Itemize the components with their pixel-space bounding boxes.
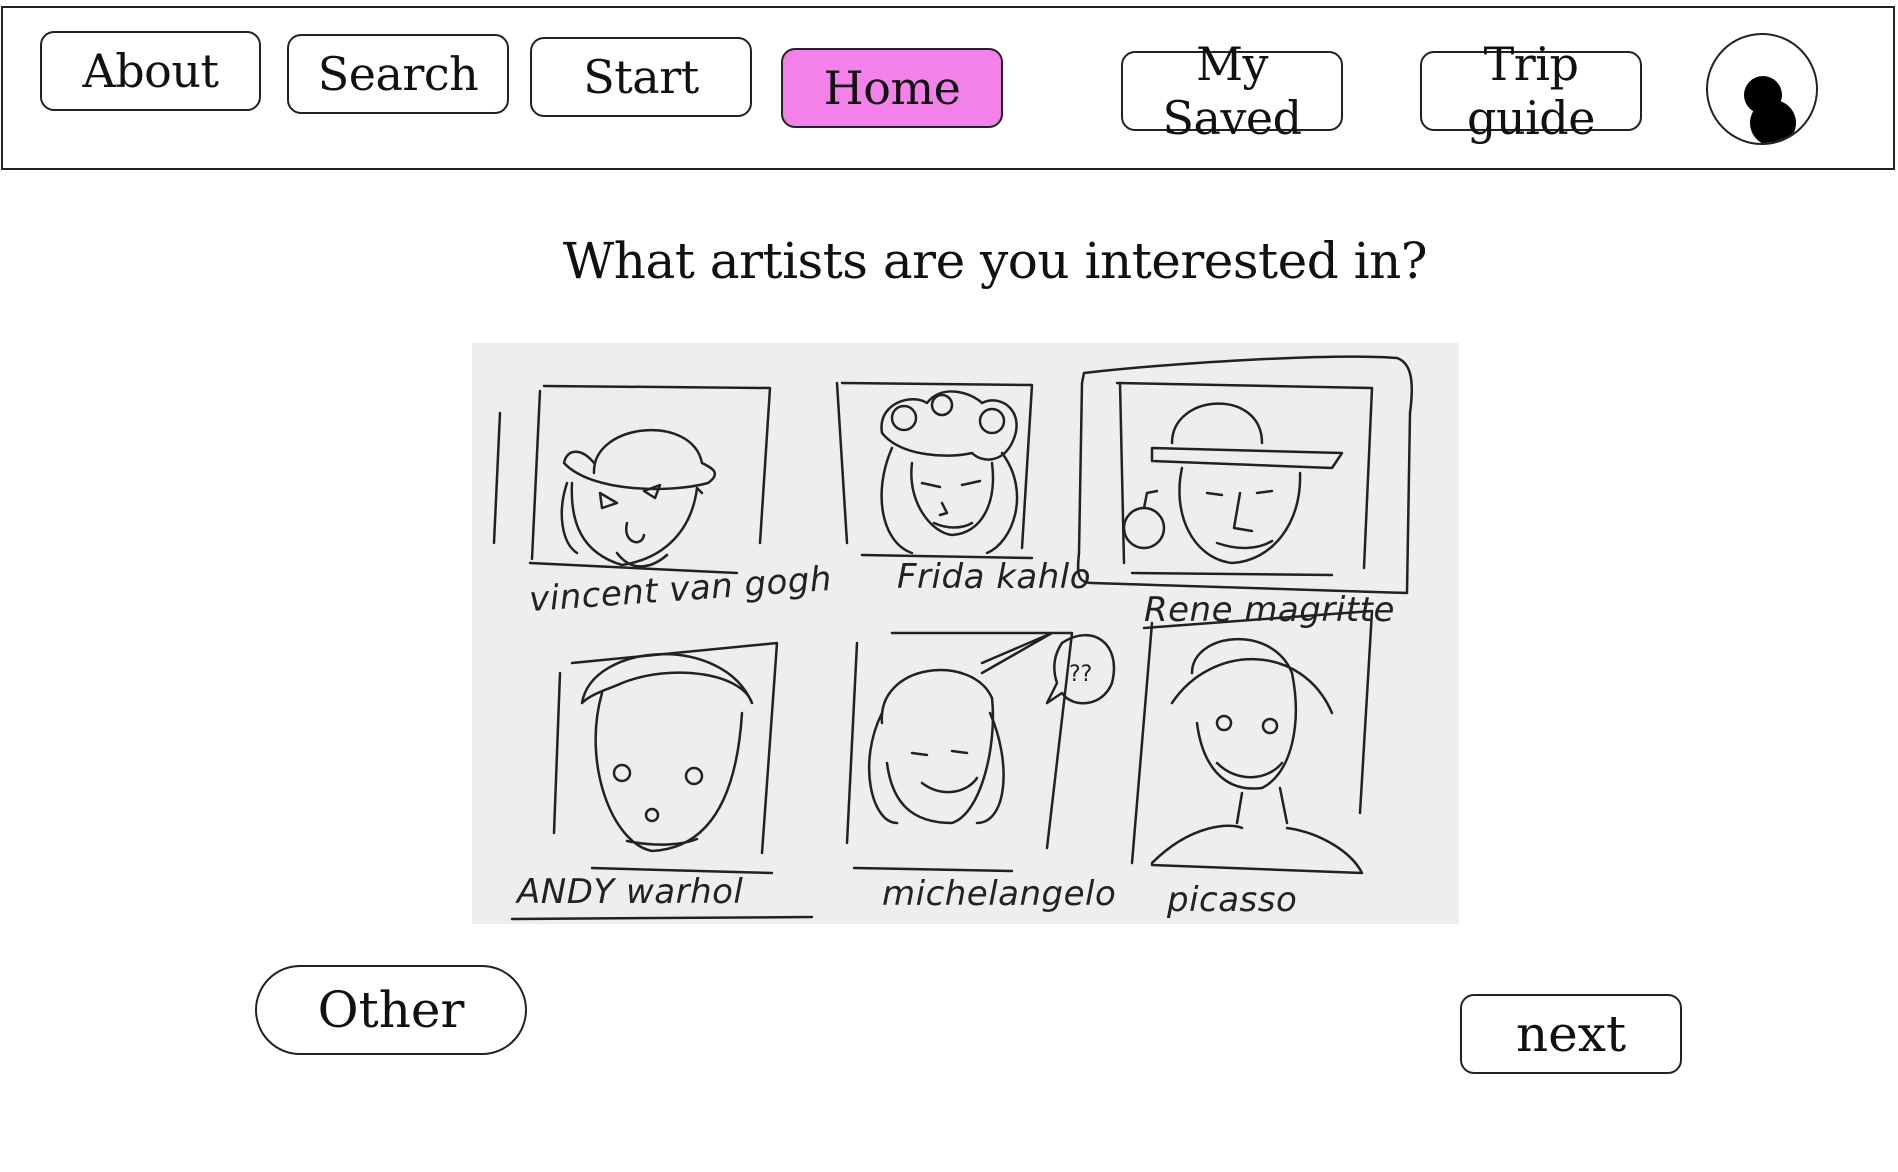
artist-name-frida: Frida kahlo <box>897 557 1091 597</box>
nav-about-button[interactable]: About <box>40 31 261 111</box>
artist-name-vangogh: vincent van gogh <box>528 559 833 620</box>
nav-home-button[interactable]: Home <box>781 48 1003 128</box>
nav-my-saved-button[interactable]: My Saved <box>1121 37 1343 145</box>
nav-start-button[interactable]: Start <box>530 37 752 117</box>
page-question-heading: What artists are you interested in? <box>562 232 1428 290</box>
artist-name-picasso: picasso <box>1166 880 1297 920</box>
user-profile-icon <box>1744 76 1796 143</box>
nav-search-button[interactable]: Search <box>287 34 509 114</box>
other-artist-button[interactable]: Other <box>255 965 527 1055</box>
next-button[interactable]: next <box>1460 994 1682 1074</box>
nav-trip-guide-button[interactable]: Trip guide <box>1420 37 1642 145</box>
profile-avatar-button[interactable] <box>1706 33 1818 145</box>
artist-name-warhol: ANDY warhol <box>515 872 743 912</box>
artist-name-michelangelo: michelangelo <box>882 874 1116 914</box>
artist-name-magritte: Rene magritte <box>1144 590 1395 630</box>
artist-selection-sketch[interactable]: ?? vincent van gogh Frida kahlo Rene mag… <box>472 343 1459 924</box>
